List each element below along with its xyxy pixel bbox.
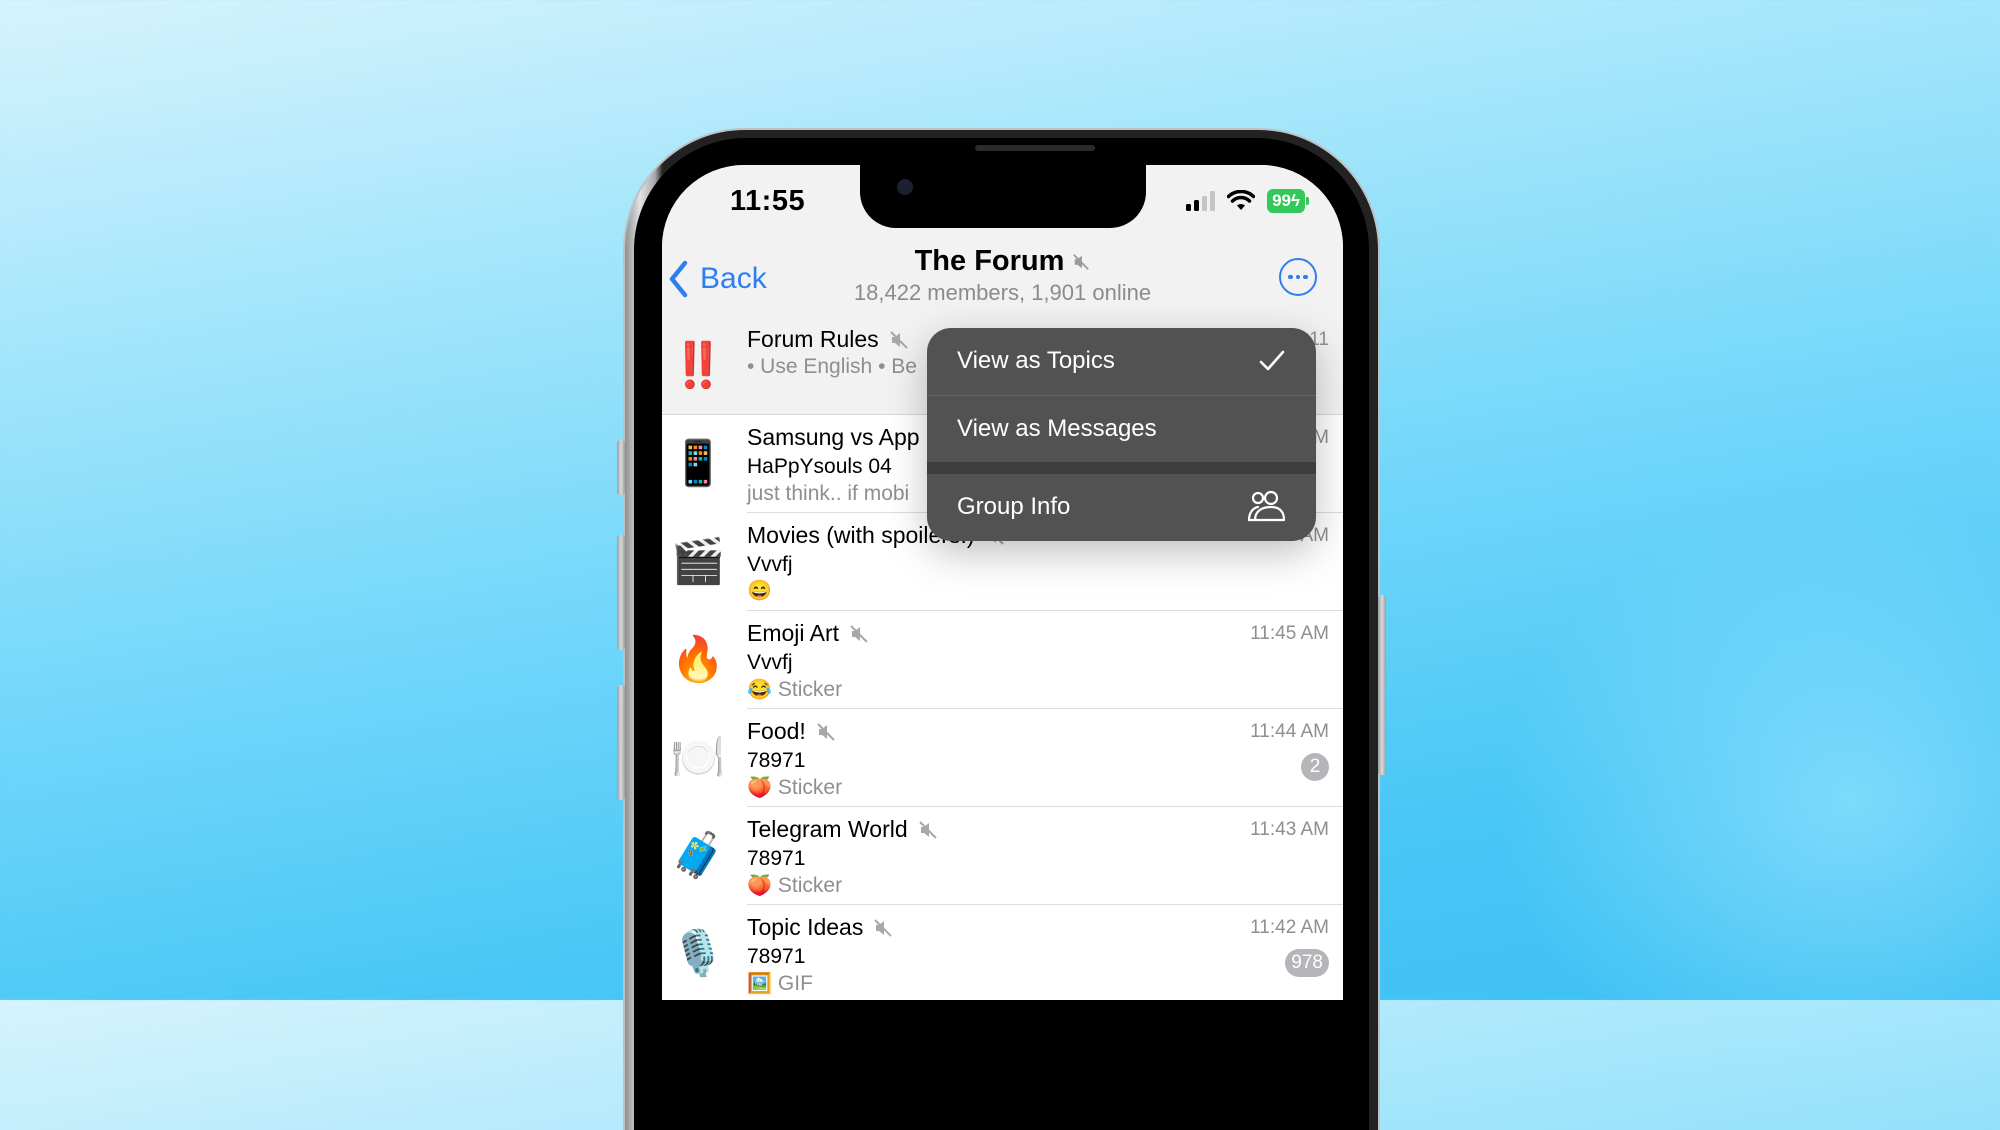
topic-preview: 🖼️ GIF	[747, 972, 813, 996]
preview-emoji-icon: 🖼️	[747, 973, 772, 995]
luggage-icon: 🧳	[670, 831, 726, 880]
topic-timestamp: 11:45 AM	[1250, 623, 1329, 644]
topic-title: Telegram World	[747, 816, 908, 842]
muted-icon	[918, 820, 937, 839]
notch	[860, 165, 1146, 228]
preview-text: Sticker	[777, 874, 843, 897]
fire-icon: 🔥	[670, 635, 726, 684]
topic-timestamp: 11:44 AM	[1250, 721, 1329, 742]
mute-switch	[617, 440, 625, 495]
microphone-icon: 🎙️	[670, 929, 726, 978]
topic-name: Telegram World	[747, 816, 938, 843]
muted-icon	[1073, 253, 1090, 270]
preview-emoji-icon: 😄	[747, 580, 772, 602]
battery-indicator: 99ϟ	[1267, 189, 1309, 213]
clapper-board-icon: 🎬	[670, 537, 726, 586]
topic-sender: 78971	[747, 847, 806, 870]
topic-preview: 🍑 Sticker	[747, 776, 842, 800]
topic-title: Samsung vs App	[747, 424, 920, 450]
topic-name: Food!	[747, 718, 836, 745]
menu-section-separator	[927, 462, 1316, 474]
charging-bolt-icon: ϟ	[1291, 191, 1300, 210]
topic-sender: 78971	[747, 945, 806, 968]
wifi-icon	[1227, 190, 1256, 210]
double-exclamation-icon: ‼️	[670, 341, 726, 390]
topic-title: Forum Rules	[747, 326, 879, 352]
topic-row[interactable]: 🎙️ Topic Ideas 78971 🖼️ GIF 11:42 AM 978	[662, 905, 1343, 1000]
group-people-icon	[1247, 490, 1286, 522]
unread-badge: 978	[1285, 949, 1329, 977]
volume-down-button	[617, 685, 625, 800]
battery-level: 99	[1272, 191, 1291, 210]
preview-text: Sticker	[777, 678, 843, 701]
topic-preview: 😄	[747, 580, 772, 602]
topic-title: Food!	[747, 718, 806, 744]
topic-name: Emoji Art	[747, 620, 869, 647]
menu-item-label: View as Topics	[957, 347, 1115, 374]
status-time: 11:55	[730, 185, 806, 217]
topic-title: Emoji Art	[747, 620, 840, 646]
menu-item-label: View as Messages	[957, 415, 1157, 442]
volume-up-button	[617, 535, 625, 650]
preview-emoji-icon: 😂	[747, 679, 772, 701]
preview-text: just think.. if mobi	[747, 482, 910, 505]
plate-cutlery-icon: 🍽️	[670, 733, 726, 782]
topic-sender: • Use English • Be	[747, 355, 917, 378]
checkmark-icon	[1259, 350, 1285, 371]
topic-row[interactable]: 🧳 Telegram World 78971 🍑 Sticker 11:43 AM	[662, 807, 1343, 905]
topic-name: Samsung vs App	[747, 424, 920, 451]
chat-title-area[interactable]: The Forum 18,422 members, 1,901 online	[662, 245, 1343, 306]
topic-sender: HaPpYsouls 04	[747, 455, 892, 478]
front-camera	[897, 179, 913, 195]
topic-timestamp: 11:42 AM	[1250, 917, 1329, 938]
preview-text: GIF	[777, 972, 813, 995]
member-count: 18,422 members, 1,901 online	[853, 280, 1152, 305]
menu-item-view-as-topics[interactable]: View as Topics	[927, 328, 1316, 394]
phone-screen: 11:55 99ϟ Back The Forum 18,422 members,…	[662, 165, 1343, 1000]
topic-preview: 😂 Sticker	[747, 678, 842, 702]
topic-sender: 78971	[747, 749, 806, 772]
speaker-grille	[975, 145, 1095, 151]
preview-emoji-icon: 🍑	[747, 777, 772, 799]
topic-name: Topic Ideas	[747, 914, 893, 941]
preview-emoji-icon: 🍑	[747, 875, 772, 897]
mobile-phone-icon: 📱	[670, 439, 726, 488]
topic-row[interactable]: 🍽️ Food! 78971 🍑 Sticker 11:44 AM 2	[662, 709, 1343, 807]
status-icons: 99ϟ	[1186, 189, 1309, 213]
header: 11:55 99ϟ Back The Forum 18,422 members,…	[662, 165, 1343, 318]
topic-row[interactable]: 🔥 Emoji Art Vvvfj 😂 Sticker 11:45 AM	[662, 611, 1343, 709]
muted-icon	[889, 330, 908, 349]
menu-item-label: Group Info	[957, 493, 1071, 520]
context-menu: View as Topics View as Messages Group In…	[927, 328, 1316, 541]
power-button	[1378, 595, 1386, 775]
preview-text: Sticker	[777, 776, 843, 799]
menu-item-group-info[interactable]: Group Info	[927, 474, 1316, 540]
cellular-signal-icon	[1186, 191, 1216, 211]
more-dots-icon	[1288, 274, 1293, 280]
more-options-button[interactable]	[1279, 258, 1317, 296]
page-title: The Forum	[914, 245, 1065, 277]
topic-timestamp: 11:43 AM	[1250, 819, 1329, 840]
topic-name: Forum Rules	[747, 326, 909, 353]
topic-preview: just think.. if mobi	[747, 482, 909, 506]
topic-title: Topic Ideas	[747, 914, 864, 940]
menu-item-view-as-messages[interactable]: View as Messages	[927, 396, 1316, 462]
muted-icon	[817, 722, 835, 741]
background-glow	[1500, 500, 2000, 1100]
topic-sender: Vvvfj	[747, 553, 793, 576]
topic-sender: Vvvfj	[747, 651, 793, 674]
muted-icon	[850, 624, 868, 643]
topic-preview: 🍑 Sticker	[747, 874, 842, 898]
muted-icon	[874, 918, 893, 937]
unread-badge: 2	[1301, 753, 1329, 781]
